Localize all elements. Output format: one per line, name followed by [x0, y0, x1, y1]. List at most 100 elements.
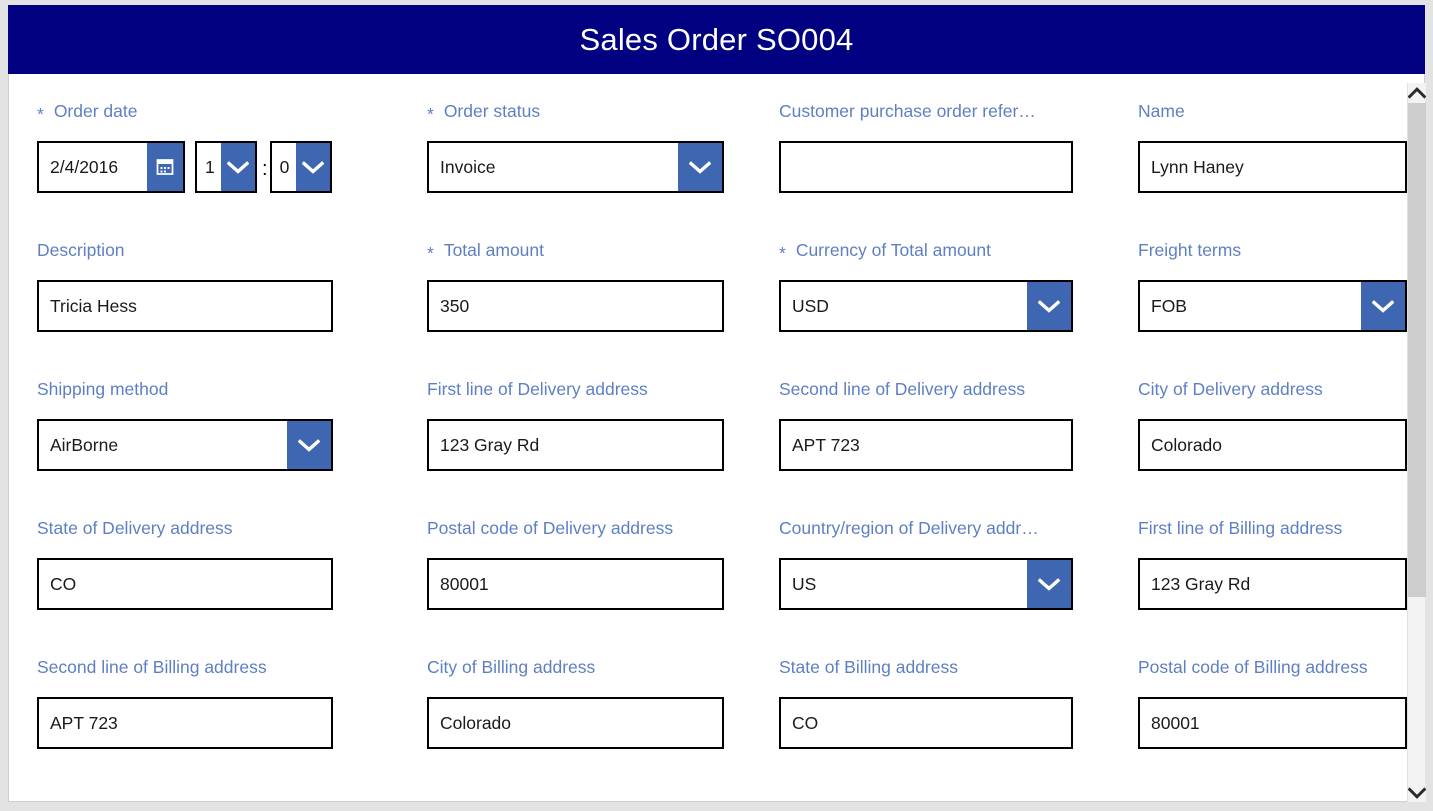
text-input-state-of-billing-address[interactable]: CO	[779, 697, 1073, 749]
page-title: Sales Order SO004	[579, 22, 854, 57]
text-input-name[interactable]: Lynn Haney	[1138, 141, 1407, 193]
field-label-total-amount: * Total amount	[427, 239, 757, 262]
date-value: 2/4/2016	[50, 156, 119, 177]
field-label-text: State of Billing address	[779, 657, 958, 677]
field-label-first-line-of-billing-address: First line of Billing address	[1138, 517, 1407, 539]
chevron-down-icon	[689, 160, 711, 174]
time-separator: :	[262, 158, 268, 180]
field-label-text: First line of Billing address	[1138, 518, 1343, 538]
input-value: CO	[792, 712, 819, 733]
field-control-wrapper: USD	[779, 280, 1112, 332]
vertical-scrollbar[interactable]	[1407, 83, 1426, 802]
text-input-city-of-delivery-address[interactable]: Colorado	[1138, 419, 1407, 471]
input-value: 80001	[440, 573, 489, 594]
field-control-wrapper	[779, 141, 1112, 193]
text-input-description[interactable]: Tricia Hess	[37, 280, 333, 332]
field-control-wrapper: Colorado	[1138, 419, 1407, 471]
text-input-first-line-of-billing-address[interactable]: 123 Gray Rd	[1138, 558, 1407, 610]
calendar-picker-button[interactable]	[147, 143, 183, 191]
input-value: Lynn Haney	[1151, 156, 1244, 177]
text-input-second-line-of-delivery-address[interactable]: APT 723	[779, 419, 1073, 471]
field-control-wrapper: 350	[427, 280, 757, 332]
hour-dropdown[interactable]: 1	[195, 141, 257, 193]
field-control-wrapper: AirBorne	[37, 419, 399, 471]
dropdown-country-region-of-delivery-addr[interactable]: US	[779, 558, 1073, 610]
field-control-wrapper: APT 723	[779, 419, 1112, 471]
field-control-wrapper: Lynn Haney	[1138, 141, 1407, 193]
minute-dropdown-toggle[interactable]	[295, 143, 330, 191]
form-field-state-of-billing-address: State of Billing address CO	[757, 630, 1112, 776]
form-grid: * Order date 2/4/2016 1:0 * Order status Invoi…	[9, 74, 1407, 776]
field-label-freight-terms: Freight terms	[1138, 239, 1407, 261]
field-control-wrapper: 2/4/2016 1:0	[37, 141, 399, 193]
field-label-text: Order date	[53, 101, 138, 121]
form-field-second-line-of-billing-address: Second line of Billing address APT 723	[9, 630, 399, 776]
field-label-city-of-billing-address: City of Billing address	[427, 656, 757, 678]
field-label-text: Description	[37, 240, 125, 260]
field-label-postal-code-of-billing-address: Postal code of Billing address	[1138, 656, 1407, 678]
text-input-city-of-billing-address[interactable]: Colorado	[427, 697, 724, 749]
field-control-wrapper: CO	[37, 558, 399, 610]
dropdown-freight-terms[interactable]: FOB	[1138, 280, 1407, 332]
form-field-order-date: * Order date 2/4/2016 1:0	[9, 74, 399, 213]
form-field-postal-code-of-billing-address: Postal code of Billing address 80001	[1112, 630, 1407, 776]
dropdown-selected-value: AirBorne	[50, 434, 119, 455]
field-control-wrapper: 80001	[427, 558, 757, 610]
dropdown-currency-of-total-amount[interactable]: USD	[779, 280, 1073, 332]
input-value: 350	[440, 295, 470, 316]
text-input-postal-code-of-delivery-address[interactable]: 80001	[427, 558, 724, 610]
dropdown-toggle-button[interactable]	[287, 421, 331, 469]
input-value: 80001	[1151, 712, 1200, 733]
field-label-text: Name	[1138, 101, 1185, 121]
form-field-freight-terms: Freight terms FOB	[1112, 213, 1407, 352]
field-label-text: Shipping method	[37, 379, 169, 399]
input-value: Colorado	[1151, 434, 1223, 455]
field-label-shipping-method: Shipping method	[37, 378, 399, 400]
form-field-customer-purchase-order-refer: Customer purchase order refer…	[757, 74, 1112, 213]
dropdown-toggle-button[interactable]	[1027, 282, 1071, 330]
field-label-text: Currency of Total amount	[795, 240, 992, 260]
text-input-total-amount[interactable]: 350	[427, 280, 724, 332]
chevron-down-icon	[1038, 299, 1060, 313]
input-value: Colorado	[440, 712, 512, 733]
field-label-state-of-billing-address: State of Billing address	[779, 656, 1112, 678]
dropdown-selected-value: FOB	[1151, 295, 1187, 316]
dropdown-shipping-method[interactable]: AirBorne	[37, 419, 333, 471]
field-label-customer-purchase-order-refer: Customer purchase order refer…	[779, 100, 1112, 122]
date-input-order-date[interactable]: 2/4/2016	[37, 141, 185, 193]
field-label-text: Second line of Delivery address	[779, 379, 1026, 399]
minute-dropdown[interactable]: 0	[269, 141, 332, 193]
form-field-second-line-of-delivery-address: Second line of Delivery address APT 723	[757, 352, 1112, 491]
chevron-down-icon	[301, 160, 324, 174]
input-value: APT 723	[50, 712, 118, 733]
field-control-wrapper: 80001	[1138, 697, 1407, 749]
form-field-currency-of-total-amount: * Currency of Total amount USD	[757, 213, 1112, 352]
text-input-customer-purchase-order-refer[interactable]	[779, 141, 1073, 193]
chevron-down-icon	[1038, 577, 1060, 591]
text-input-postal-code-of-billing-address[interactable]: 80001	[1138, 697, 1407, 749]
scrollbar-thumb[interactable]	[1408, 103, 1426, 597]
field-label-order-status: * Order status	[427, 100, 757, 123]
dropdown-selected-value: USD	[792, 295, 829, 316]
text-input-second-line-of-billing-address[interactable]: APT 723	[37, 697, 333, 749]
chevron-up-icon	[1408, 86, 1426, 99]
text-input-first-line-of-delivery-address[interactable]: 123 Gray Rd	[427, 419, 724, 471]
field-control-wrapper: US	[779, 558, 1112, 610]
scroll-down-button[interactable]	[1408, 784, 1426, 802]
chevron-down-icon	[1408, 786, 1426, 799]
hour-dropdown-toggle[interactable]	[221, 143, 255, 191]
field-label-second-line-of-delivery-address: Second line of Delivery address	[779, 378, 1112, 400]
dropdown-toggle-button[interactable]	[678, 143, 722, 191]
text-input-state-of-delivery-address[interactable]: CO	[37, 558, 333, 610]
input-value: 123 Gray Rd	[440, 434, 540, 455]
chevron-down-icon	[298, 438, 320, 452]
dropdown-toggle-button[interactable]	[1027, 560, 1071, 608]
scroll-up-button[interactable]	[1408, 83, 1426, 101]
calendar-icon	[156, 159, 174, 175]
dropdown-toggle-button[interactable]	[1361, 282, 1405, 330]
chevron-down-icon	[1372, 299, 1394, 313]
input-value: Tricia Hess	[50, 295, 137, 316]
dropdown-selected-value: US	[792, 573, 817, 594]
dropdown-order-status[interactable]: Invoice	[427, 141, 724, 193]
form-field-order-status: * Order status Invoice	[399, 74, 757, 213]
